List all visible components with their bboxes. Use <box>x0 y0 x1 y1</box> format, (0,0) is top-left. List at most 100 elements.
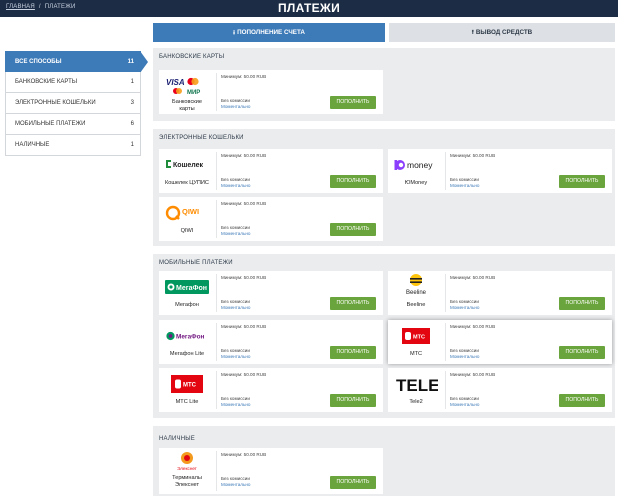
speed-label: Моментально <box>450 402 480 407</box>
payment-card-bank-cards[interactable]: VISA МИР Банковские карты Минимум: 50.00… <box>159 70 383 114</box>
section-e-wallets: ЭЛЕКТРОННЫЕ КОШЕЛЬКИ Кошелек Кошелек ЦУП… <box>153 129 615 246</box>
svg-text:VISA: VISA <box>166 78 185 87</box>
deposit-button[interactable]: ПОПОЛНИТЬ <box>330 297 376 310</box>
divider <box>216 451 217 491</box>
divider <box>216 323 217 361</box>
deposit-button[interactable]: ПОПОЛНИТЬ <box>559 297 605 310</box>
speed-label: Моментально <box>221 482 251 487</box>
payment-card-beeline[interactable]: Beeline Beeline Минимум: 50.00 RUB Без к… <box>388 271 612 315</box>
fee-info: Без комиссии Моментально <box>221 98 250 110</box>
payment-card-eleksnet[interactable]: Элекснет Терминалы Элекснет Минимум: 50.… <box>159 448 383 494</box>
payment-card-mts[interactable]: МТС МТС Минимум: 50.00 RUB Без комиссии М… <box>388 320 612 364</box>
min-amount: Минимум: 50.00 RUB <box>221 74 267 79</box>
sidebar-item-bank-cards[interactable]: БАНКОВСКИЕ КАРТЫ 1 <box>5 72 141 93</box>
deposit-button[interactable]: ПОПОЛНИТЬ <box>330 223 376 236</box>
deposit-button[interactable]: ПОПОЛНИТЬ <box>330 96 376 109</box>
divider <box>445 371 446 409</box>
method-name: Банковские карты <box>172 99 202 112</box>
fee-info: Без комиссии Моментально <box>221 396 250 408</box>
sidebar-item-count: 6 <box>130 121 134 127</box>
eleksnet-logo-text: Элекснет <box>177 466 198 471</box>
method-name: МТС <box>409 351 423 357</box>
deposit-button[interactable]: ПОПОЛНИТЬ <box>330 175 376 188</box>
payment-card-megafon-lite[interactable]: МегаФон Мегафон Lite Минимум: 50.00 RUB … <box>159 320 383 364</box>
min-amount: Минимум: 50.00 RUB <box>221 201 267 206</box>
speed-label: Моментально <box>221 305 251 310</box>
method-name: Кошелек ЦУПИС <box>165 180 209 186</box>
sidebar-item-all[interactable]: ВСЕ СПОСОБЫ 11 <box>5 51 148 73</box>
speed-label: Моментально <box>450 305 480 310</box>
section-bank-cards: БАНКОВСКИЕ КАРТЫ VISA МИР Банковские кар… <box>153 48 615 121</box>
sidebar-item-mobile[interactable]: МОБИЛЬНЫЕ ПЛАТЕЖИ 6 <box>5 114 141 135</box>
sidebar: ВСЕ СПОСОБЫ 11 БАНКОВСКИЕ КАРТЫ 1 ЭЛЕКТРОН… <box>5 51 148 156</box>
beeline-logo-text: Beeline <box>406 290 427 296</box>
koshelek-logo: Кошелек <box>165 154 209 176</box>
yoomoney-logo: money <box>394 154 438 176</box>
koshelek-logo-text: Кошелек <box>173 162 204 169</box>
method-name: Tele2 <box>409 399 423 405</box>
speed-label: Моментально <box>221 231 251 236</box>
method-name: Мегафон Lite <box>169 351 205 357</box>
fee-info: Без комиссии Моментально <box>450 177 479 189</box>
fee-info: Без комиссии Моментально <box>450 396 479 408</box>
megafon-lite-logo-text: МегаФон <box>176 334 205 341</box>
deposit-button[interactable]: ПОПОЛНИТЬ <box>330 476 376 489</box>
divider <box>445 152 446 190</box>
beeline-logo: Beeline <box>394 273 438 299</box>
section-cash: НАЛИЧНЫЕ Элекснет Терминалы Элекснет Мин… <box>153 426 615 496</box>
yoomoney-logo-text: money <box>407 160 433 170</box>
fee-info: Без комиссии Моментально <box>221 348 250 360</box>
divider <box>216 200 217 238</box>
tab-withdraw-label: ВЫВОД СРЕДСТВ <box>475 29 533 36</box>
sidebar-item-label: ВСЕ СПОСОБЫ <box>15 59 62 65</box>
sidebar-item-label: ЭЛЕКТРОННЫЕ КОШЕЛЬКИ <box>15 100 96 106</box>
min-amount: Минимум: 50.00 RUB <box>221 372 267 377</box>
upload-icon: ⭱ <box>471 30 474 36</box>
deposit-button[interactable]: ПОПОЛНИТЬ <box>330 346 376 359</box>
payment-card-tele2[interactable]: TELE2 Tele2 Минимум: 50.00 RUB Без комис… <box>388 368 612 412</box>
payment-card-koshelek[interactable]: Кошелек Кошелек ЦУПИС Минимум: 50.00 RUB… <box>159 149 383 193</box>
divider <box>216 371 217 409</box>
tab-deposit-label: ПОПОЛНЕНИЕ СЧЕТА <box>237 29 305 36</box>
tab-withdraw[interactable]: ⭱ ВЫВОД СРЕДСТВ <box>389 23 615 42</box>
fee-info: Без комиссии Моментально <box>450 299 479 311</box>
sidebar-item-cash[interactable]: НАЛИЧНЫЕ 1 <box>5 135 141 156</box>
sidebar-item-count: 11 <box>127 59 134 65</box>
section-title: ЭЛЕКТРОННЫЕ КОШЕЛЬКИ <box>159 135 244 141</box>
top-bar: ГЛАВНАЯ / ПЛАТЕЖИ ПЛАТЕЖИ <box>0 0 618 17</box>
fee-info: Без комиссии Моментально <box>450 348 479 360</box>
divider <box>216 73 217 111</box>
section-title: НАЛИЧНЫЕ <box>159 436 195 442</box>
section-title: МОБИЛЬНЫЕ ПЛАТЕЖИ <box>159 260 233 266</box>
sidebar-item-e-wallets[interactable]: ЭЛЕКТРОННЫЕ КОШЕЛЬКИ 3 <box>5 93 141 114</box>
speed-label: Моментально <box>450 354 480 359</box>
method-name: Мегафон <box>175 302 199 308</box>
speed-label: Моментально <box>221 354 251 359</box>
min-amount: Минимум: 50.00 RUB <box>221 324 267 329</box>
mts-logo: МТС <box>394 325 438 347</box>
mts-logo-text: МТС <box>413 335 425 341</box>
fee-info: Без комиссии Моментально <box>221 177 250 189</box>
method-name: МТС Lite <box>175 399 199 405</box>
min-amount: Минимум: 50.00 RUB <box>221 275 267 280</box>
tab-deposit[interactable]: ⭳ ПОПОЛНЕНИЕ СЧЕТА <box>153 23 385 42</box>
tele2-logo: TELE2 <box>394 373 438 395</box>
min-amount: Минимум: 50.00 RUB <box>221 153 267 158</box>
payment-card-mts-lite[interactable]: МТС МТС Lite Минимум: 50.00 RUB Без коми… <box>159 368 383 412</box>
deposit-button[interactable]: ПОПОЛНИТЬ <box>559 394 605 407</box>
deposit-button[interactable]: ПОПОЛНИТЬ <box>559 175 605 188</box>
payment-card-megafon[interactable]: МегаФон Мегафон Минимум: 50.00 RUB Без к… <box>159 271 383 315</box>
page-title: ПЛАТЕЖИ <box>277 1 341 15</box>
sidebar-item-count: 1 <box>130 142 134 148</box>
deposit-button[interactable]: ПОПОЛНИТЬ <box>559 346 605 359</box>
fee-info: Без комиссии Моментально <box>221 476 250 488</box>
min-amount: Минимум: 50.00 RUB <box>450 372 496 377</box>
speed-label: Моментально <box>221 402 251 407</box>
payment-card-yoomoney[interactable]: money ЮMoney Минимум: 50.00 RUB Без коми… <box>388 149 612 193</box>
divider <box>445 323 446 361</box>
payment-card-qiwi[interactable]: QIWI QIWI Минимум: 50.00 RUB Без комисси… <box>159 197 383 241</box>
deposit-button[interactable]: ПОПОЛНИТЬ <box>330 394 376 407</box>
svg-text:МИР: МИР <box>187 90 200 96</box>
divider <box>216 152 217 190</box>
megafon-lite-logo: МегаФон <box>165 325 209 347</box>
